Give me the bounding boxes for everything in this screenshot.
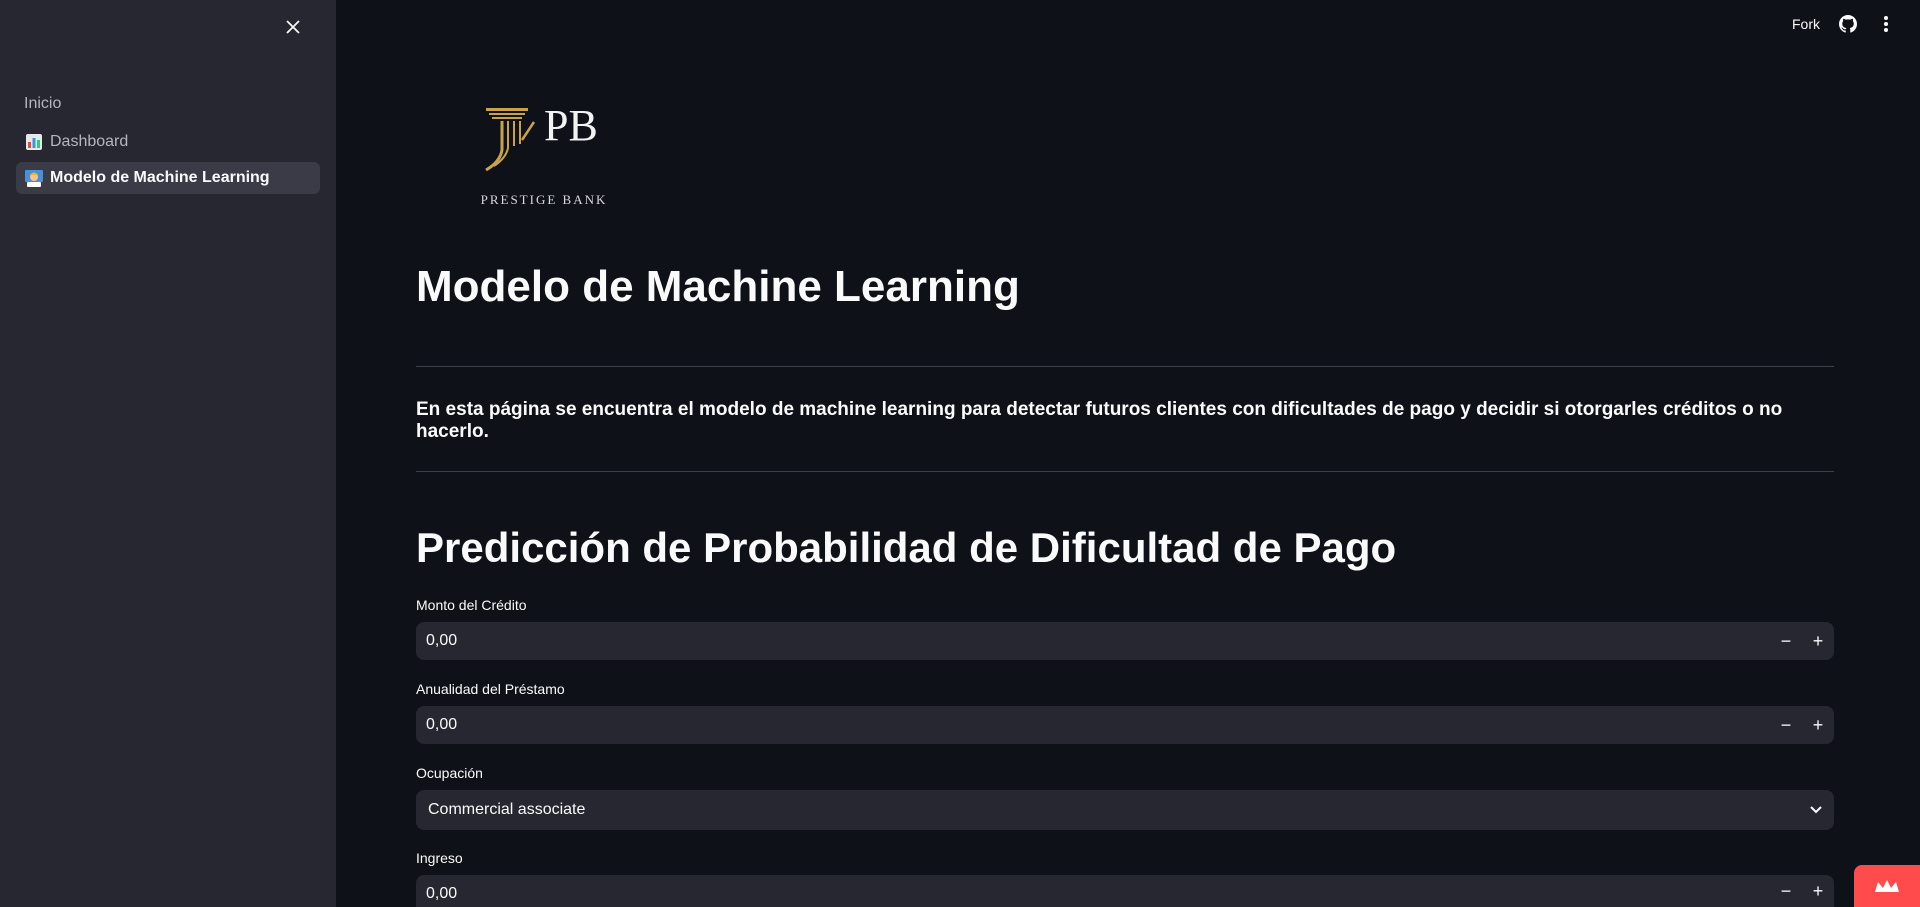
ocupacion-label: Ocupación [416, 765, 483, 781]
anualidad-label: Anualidad del Préstamo [416, 681, 565, 697]
streamlit-badge[interactable] [1854, 865, 1920, 907]
logo-caption: PRESTIGE BANK [480, 192, 608, 207]
fork-button[interactable]: Fork [1792, 16, 1820, 32]
ingreso-field[interactable] [416, 879, 1770, 903]
monto-credito-field[interactable] [416, 632, 1770, 650]
sidebar-section-label: Inicio [24, 95, 62, 112]
sidebar: Inicio Dashboard Modelo de Machine Learn… [0, 0, 336, 907]
page-description: En esta página se encuentra el modelo de… [416, 399, 1783, 442]
sidebar-item-modelo-ml[interactable]: Modelo de Machine Learning [16, 162, 320, 194]
increment-button[interactable]: + [1802, 875, 1834, 907]
logo-monogram: PB [544, 101, 598, 150]
top-toolbar: Fork [1792, 14, 1896, 34]
sidebar-nav: Inicio Dashboard Modelo de Machine Learn… [16, 88, 320, 198]
increment-button[interactable]: + [1802, 622, 1834, 660]
bar-chart-emoji-icon [24, 132, 44, 152]
page-title: Modelo de Machine Learning [416, 262, 1020, 311]
divider [416, 471, 1834, 472]
monto-credito-input: − + [416, 622, 1834, 660]
divider [416, 366, 1834, 367]
decrement-button[interactable]: − [1770, 706, 1802, 744]
scientist-emoji-icon [24, 168, 44, 188]
sidebar-item-label: Modelo de Machine Learning [50, 169, 270, 186]
monto-credito-label: Monto del Crédito [416, 597, 527, 613]
sidebar-item-dashboard[interactable]: Dashboard [16, 126, 320, 158]
anualidad-field[interactable] [416, 716, 1770, 734]
github-icon[interactable] [1838, 14, 1858, 34]
chevron-down-icon [1810, 801, 1822, 819]
sidebar-item-label: Dashboard [50, 133, 129, 150]
section-title: Predicción de Probabilidad de Dificultad… [416, 524, 1397, 571]
ingreso-label: Ingreso [416, 850, 463, 866]
sidebar-section-inicio[interactable]: Inicio [16, 88, 320, 120]
ocupacion-selected-value: Commercial associate [428, 801, 586, 818]
increment-button[interactable]: + [1802, 706, 1834, 744]
decrement-button[interactable]: − [1770, 622, 1802, 660]
more-vertical-icon[interactable] [1876, 14, 1896, 34]
crown-icon [1875, 880, 1899, 892]
decrement-button[interactable]: − [1770, 875, 1802, 907]
close-icon[interactable] [281, 15, 305, 39]
ocupacion-select[interactable]: Commercial associate [416, 790, 1834, 830]
pillar-logo-icon: PB [485, 101, 598, 172]
prestige-bank-logo: PB PRESTIGE BANK [474, 100, 624, 212]
ingreso-input: − + [416, 875, 1834, 907]
anualidad-input: − + [416, 706, 1834, 744]
